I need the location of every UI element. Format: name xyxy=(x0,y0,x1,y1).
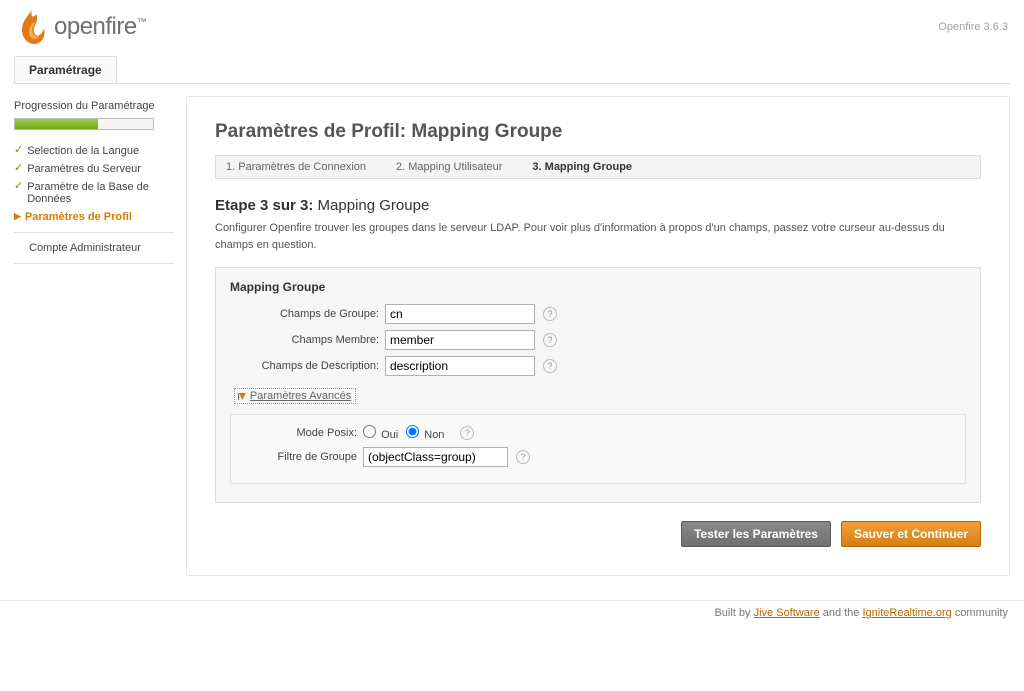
step-description: Configurer Openfire trouver les groupes … xyxy=(215,220,981,253)
help-icon[interactable]: ? xyxy=(460,426,474,440)
step-tab-2[interactable]: 2. Mapping Utilisateur xyxy=(396,161,502,173)
footer-text: Built by xyxy=(714,607,753,619)
check-icon: ✓ xyxy=(14,145,23,156)
advanced-toggle[interactable]: ▶ Paramètres Avancés xyxy=(234,388,356,404)
sidebar-item-label: Compte Administrateur xyxy=(29,242,141,254)
tab-setup[interactable]: Paramétrage xyxy=(14,56,117,83)
formbox-title: Mapping Groupe xyxy=(230,280,966,294)
save-continue-button[interactable]: Sauver et Continuer xyxy=(841,521,981,547)
posix-no-radio[interactable] xyxy=(406,425,419,438)
layout: Progression du Paramétrage ✓ Selection d… xyxy=(0,84,1024,600)
check-icon: ✓ xyxy=(14,163,23,174)
form-box: Mapping Groupe Champs de Groupe: ? Champ… xyxy=(215,267,981,503)
progress-fill xyxy=(15,119,98,129)
divider xyxy=(14,263,174,264)
sidebar-item-label: Paramètre de la Base de Données xyxy=(27,181,174,205)
advanced-box: Mode Posix: Oui Non ? Filtre de Groupe ? xyxy=(230,414,966,484)
footer-text: community xyxy=(955,607,1008,619)
header: openfire™ Openfire 3.6.3 xyxy=(0,0,1024,50)
divider xyxy=(14,232,174,233)
help-icon[interactable]: ? xyxy=(516,450,530,464)
page-title: Paramètres de Profil: Mapping Groupe xyxy=(215,121,981,143)
button-row: Tester les Paramètres Sauver et Continue… xyxy=(215,521,981,547)
group-field-input[interactable] xyxy=(385,304,535,324)
posix-yes-radio[interactable] xyxy=(363,425,376,438)
sidebar: Progression du Paramétrage ✓ Selection d… xyxy=(14,96,174,268)
filter-label: Filtre de Groupe xyxy=(243,451,363,463)
help-icon[interactable]: ? xyxy=(543,333,557,347)
member-field-input[interactable] xyxy=(385,330,535,350)
main-panel: Paramètres de Profil: Mapping Groupe 1. … xyxy=(186,96,1010,576)
flame-icon xyxy=(16,8,48,46)
chevron-down-icon: ▶ xyxy=(237,393,248,400)
row-desc-field: Champs de Description: ? xyxy=(230,356,966,376)
step-heading-rest: Mapping Groupe xyxy=(318,197,430,214)
sidebar-item-language[interactable]: ✓ Selection de la Langue xyxy=(14,142,174,160)
arrow-right-icon: ▶ xyxy=(14,211,21,222)
posix-no-option[interactable]: Non xyxy=(406,425,444,441)
row-posix: Mode Posix: Oui Non ? xyxy=(243,425,953,441)
help-icon[interactable]: ? xyxy=(543,307,557,321)
member-field-label: Champs Membre: xyxy=(230,334,385,346)
row-filter: Filtre de Groupe ? xyxy=(243,447,953,467)
posix-yes-option[interactable]: Oui xyxy=(363,425,398,441)
step-tab-3[interactable]: 3. Mapping Groupe xyxy=(532,161,632,173)
row-member-field: Champs Membre: ? xyxy=(230,330,966,350)
step-tabs: 1. Paramètres de Connexion 2. Mapping Ut… xyxy=(215,155,981,179)
row-group-field: Champs de Groupe: ? xyxy=(230,304,966,324)
footer-link-ignite[interactable]: IgniteRealtime.org xyxy=(862,607,951,619)
tab-bar: Paramétrage xyxy=(14,56,1010,84)
sidebar-item-profile[interactable]: ▶ Paramètres de Profil xyxy=(14,208,174,226)
posix-options: Oui Non ? xyxy=(363,425,474,441)
footer-text: and the xyxy=(823,607,863,619)
help-icon[interactable]: ? xyxy=(543,359,557,373)
advanced-toggle-label: Paramètres Avancés xyxy=(250,390,351,402)
sidebar-item-server[interactable]: ✓ Paramètres du Serveur xyxy=(14,160,174,178)
sidebar-item-admin[interactable]: Compte Administrateur xyxy=(14,239,174,257)
progress-title: Progression du Paramétrage xyxy=(14,100,174,112)
logo: openfire™ xyxy=(16,8,146,46)
step-heading-bold: Etape 3 sur 3: xyxy=(215,197,313,214)
step-tab-1[interactable]: 1. Paramètres de Connexion xyxy=(226,161,366,173)
sidebar-item-database[interactable]: ✓ Paramètre de la Base de Données xyxy=(14,178,174,208)
brand-text: openfire™ xyxy=(54,13,146,41)
desc-field-input[interactable] xyxy=(385,356,535,376)
sidebar-item-label: Paramètres de Profil xyxy=(25,211,132,223)
desc-field-label: Champs de Description: xyxy=(230,360,385,372)
version-label: Openfire 3.6.3 xyxy=(938,21,1008,33)
test-settings-button[interactable]: Tester les Paramètres xyxy=(681,521,831,547)
check-icon: ✓ xyxy=(14,181,23,192)
group-field-label: Champs de Groupe: xyxy=(230,308,385,320)
posix-label: Mode Posix: xyxy=(243,427,363,439)
sidebar-item-label: Selection de la Langue xyxy=(27,145,139,157)
step-heading: Etape 3 sur 3: Mapping Groupe xyxy=(215,197,981,214)
filter-input[interactable] xyxy=(363,447,508,467)
footer-link-jive[interactable]: Jive Software xyxy=(754,607,820,619)
footer: Built by Jive Software and the IgniteRea… xyxy=(0,600,1024,633)
progress-bar xyxy=(14,118,154,130)
sidebar-item-label: Paramètres du Serveur xyxy=(27,163,141,175)
